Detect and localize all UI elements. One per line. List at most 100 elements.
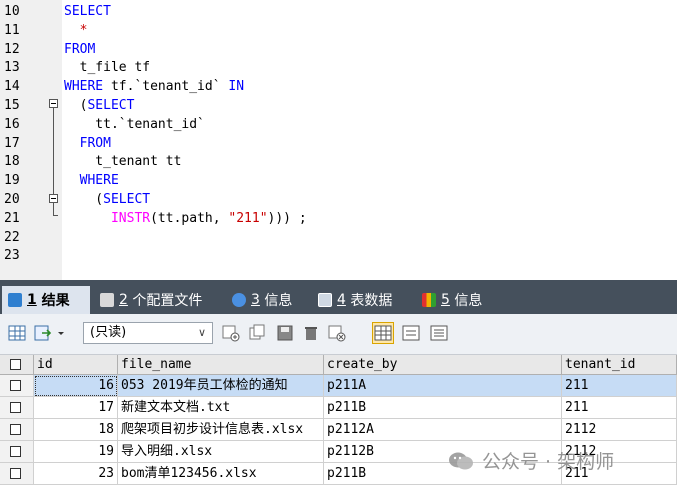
tab-label: 个配置文件: [132, 293, 203, 309]
code-token: IN: [228, 79, 245, 95]
code-token: (: [64, 98, 88, 113]
code-token: ))) ;: [267, 210, 307, 226]
line-number: 16: [4, 116, 20, 132]
column-header-file-name[interactable]: file_name: [118, 355, 324, 375]
insert-row-icon[interactable]: [222, 324, 240, 342]
grid-cell-id[interactable]: 18: [34, 419, 118, 441]
row-select-cell[interactable]: [0, 397, 34, 419]
grid-cell-file-name[interactable]: 新建文本文档.txt: [118, 397, 324, 419]
row-checkbox[interactable]: [10, 446, 21, 457]
column-header-create-by[interactable]: create_by: [324, 355, 562, 375]
export-icon[interactable]: [34, 324, 52, 342]
grid-cell-tenant-id[interactable]: 211: [562, 397, 677, 419]
text-mode-icon[interactable]: [430, 324, 448, 342]
grid-cell-id[interactable]: 19: [34, 441, 118, 463]
row-checkbox[interactable]: [10, 424, 21, 435]
code-token: FROM: [64, 41, 96, 57]
grid-cell-file-name[interactable]: 导入明细.xlsx: [118, 441, 324, 463]
grid-cell-file-name[interactable]: 爬架项目初步设计信息表.xlsx: [118, 419, 324, 441]
code-line[interactable]: (SELECT: [64, 192, 150, 208]
row-select-cell[interactable]: [0, 463, 34, 485]
code-token: "211": [228, 210, 268, 226]
code-line[interactable]: t_tenant tt: [64, 154, 181, 170]
delete-icon[interactable]: [302, 324, 320, 342]
tab-label: 信息: [264, 293, 293, 309]
cancel-changes-icon[interactable]: [328, 324, 346, 342]
code-line[interactable]: tt.`tenant_id`: [64, 117, 205, 133]
code-token: SELECT: [64, 4, 111, 19]
row-checkbox[interactable]: [10, 468, 21, 479]
sql-editor[interactable]: 10 11 12 13 14 15 16 17 18 19 20 21 22 23 SELECT * FRO…: [0, 0, 677, 280]
save-icon[interactable]: [276, 324, 294, 342]
line-number: 17: [4, 135, 20, 151]
code-line[interactable]: SELECT: [64, 4, 111, 20]
grid-cell-file-name[interactable]: bom清单123456.xlsx: [118, 463, 324, 485]
tab-number: 1: [27, 292, 37, 308]
code-line[interactable]: INSTR(tt.path, "211"))) ;: [64, 211, 307, 227]
result-grid[interactable]: id file_name create_by tenant_id 16 053 2…: [0, 355, 677, 495]
line-number: 15: [4, 98, 20, 113]
grid-cell-id[interactable]: 17: [34, 397, 118, 419]
grid-view-icon[interactable]: [8, 324, 26, 342]
chevron-down-icon[interactable]: [56, 324, 66, 342]
select-all-header[interactable]: [0, 355, 34, 375]
watermark: 公众号 · 架构师: [448, 447, 614, 474]
wechat-logo-icon: [449, 452, 473, 469]
code-token: FROM: [79, 135, 111, 151]
grid-cell-tenant-id[interactable]: 211: [562, 375, 677, 397]
code-token: SELECT: [103, 192, 151, 207]
grid-cell-id[interactable]: 23: [34, 463, 118, 485]
tab-label: 信息: [454, 293, 483, 309]
fold-toggle-icon[interactable]: [49, 99, 58, 108]
row-select-cell[interactable]: [0, 375, 34, 397]
select-all-checkbox[interactable]: [10, 359, 21, 370]
grid-cell-create-by[interactable]: p2112A: [324, 419, 562, 441]
grid-cell-create-by[interactable]: p211A: [324, 375, 562, 397]
line-number: 18: [4, 154, 20, 170]
fold-guide-line: [53, 108, 54, 194]
edit-mode-select[interactable]: (只读) ∨: [83, 322, 213, 344]
code-line[interactable]: WHERE: [64, 173, 119, 189]
code-token: WHERE: [64, 79, 104, 95]
row-checkbox[interactable]: [10, 380, 21, 391]
code-line[interactable]: (SELECT: [64, 98, 135, 114]
line-number: 20: [4, 192, 20, 207]
tab-label: 结果: [41, 293, 70, 309]
tab-profile[interactable]: 2 个配置文件: [94, 286, 218, 314]
code-line[interactable]: t_file tf: [64, 60, 150, 76]
row-select-cell[interactable]: [0, 441, 34, 463]
row-select-cell[interactable]: [0, 419, 34, 441]
grid-cell-create-by[interactable]: p211B: [324, 397, 562, 419]
profile-icon: [100, 293, 114, 307]
duplicate-row-icon[interactable]: [248, 324, 266, 342]
code-line[interactable]: *: [64, 23, 88, 39]
tab-number: 3: [251, 292, 260, 308]
code-line[interactable]: WHERE tf.`tenant_id` IN: [64, 79, 244, 95]
code-line[interactable]: FROM: [64, 136, 111, 152]
grid-cell-id[interactable]: 16: [34, 375, 118, 397]
tab-info-2[interactable]: 5 信息: [416, 286, 496, 314]
line-number: 19: [4, 173, 20, 189]
code-line[interactable]: FROM: [64, 42, 95, 58]
grid-cell-tenant-id[interactable]: 2112: [562, 419, 677, 441]
tab-results[interactable]: 1 结果: [2, 286, 90, 314]
code-token: t_tenant tt: [64, 154, 182, 170]
column-header-id[interactable]: id: [34, 355, 118, 375]
line-number: 10: [4, 4, 20, 19]
grid-mode-icon[interactable]: [372, 322, 394, 344]
line-number: 12: [4, 41, 20, 57]
form-mode-icon[interactable]: [402, 324, 420, 342]
edit-mode-value: (只读): [90, 325, 127, 340]
line-number: 11: [4, 22, 20, 38]
line-number: 21: [4, 210, 20, 226]
code-token: tt.`tenant_id`: [64, 116, 205, 132]
column-header-tenant-id[interactable]: tenant_id: [562, 355, 677, 375]
tab-table-data[interactable]: 4 表数据: [312, 286, 408, 314]
fold-toggle-icon[interactable]: [49, 194, 58, 203]
tab-label: 表数据: [350, 293, 393, 309]
tab-info[interactable]: 3 信息: [226, 286, 306, 314]
row-checkbox[interactable]: [10, 402, 21, 413]
grid-cell-file-name[interactable]: 053 2019年员工体检的通知: [118, 375, 324, 397]
